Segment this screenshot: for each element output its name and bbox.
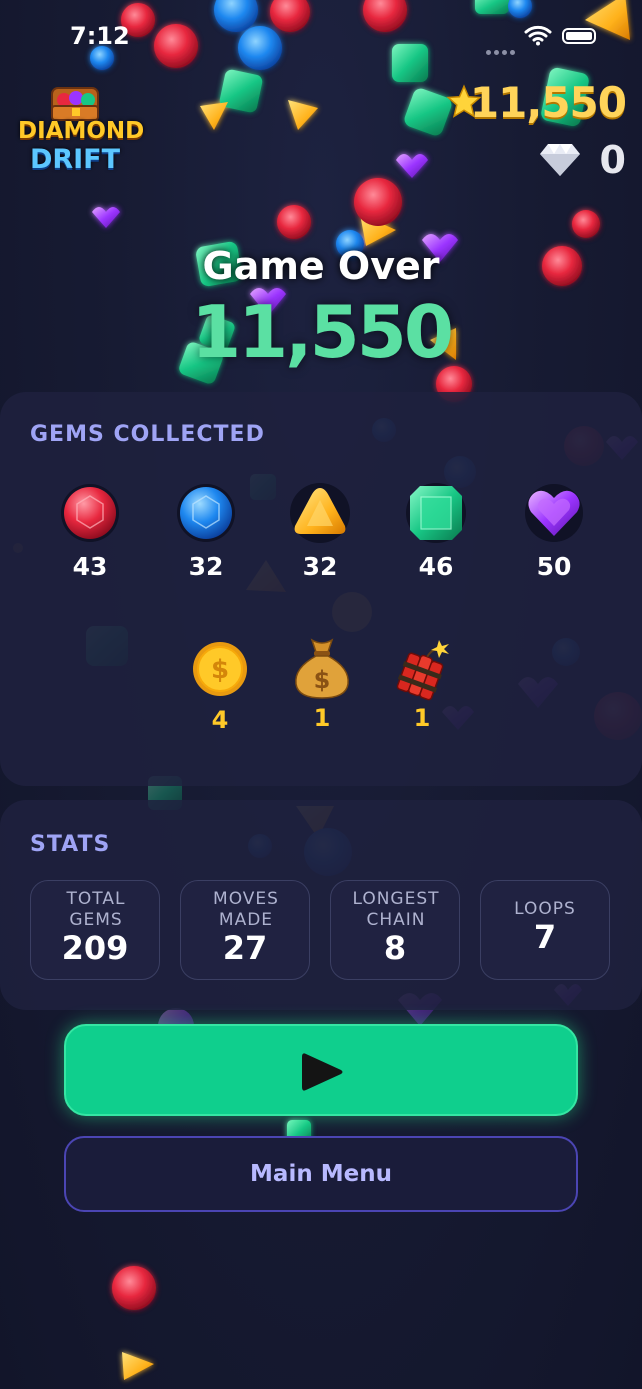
hud-score: 11,550 [469,78,627,127]
stat-value: 7 [533,918,557,956]
logo-title-line1: DIAMOND [18,118,145,144]
gem-count: 32 [188,552,224,581]
stat-total-gems: TOTAL GEMS 209 [30,880,160,980]
gem-emerald: 46 [386,482,486,581]
purple-heart-gem-icon [525,484,583,542]
stat-value: 209 [61,929,129,967]
stat-value: 8 [383,929,407,967]
gem-count: 43 [72,552,108,581]
gem-topaz: 32 [270,482,370,581]
item-count: 4 [211,706,229,734]
item-dynamite: 1 [372,638,472,732]
hud-diamonds: 0 [599,138,626,182]
final-score: 11,550 [191,290,454,374]
stat-loops: LOOPS 7 [480,880,610,980]
game-over-title: Game Over [202,244,440,288]
wifi-icon [524,25,552,46]
gem-count: 50 [536,552,572,581]
main-menu-button[interactable]: Main Menu [64,1136,578,1212]
stat-value: 27 [222,929,268,967]
yellow-triangle-gem-icon [290,483,350,543]
gems-collected-panel: GEMS COLLECTED 43 32 32 46 50 $ 4 $ 1 1 [0,392,642,786]
gem-count: 46 [418,552,454,581]
logo-title-line2: DRIFT [29,144,121,175]
stat-moves-made: MOVES MADE 27 [180,880,310,980]
blue-gem-icon [177,484,235,542]
red-gem-icon [61,484,119,542]
stat-label: LONGEST CHAIN [352,889,440,930]
gems-collected-title: GEMS COLLECTED [30,422,265,447]
gem-sapphire: 32 [156,482,256,581]
battery-icon [562,28,596,44]
stat-longest-chain: LONGEST CHAIN 8 [330,880,460,980]
item-money-bag: $ 1 [272,636,372,732]
gem-amethyst: 50 [504,482,604,581]
main-menu-label: Main Menu [250,1161,392,1187]
diamond-icon [540,144,580,176]
item-count: 1 [413,704,431,732]
item-count: 1 [313,704,331,732]
money-bag-icon: $ [295,638,349,699]
gem-ruby: 43 [40,482,140,581]
stat-label: MOVES MADE [213,889,279,930]
item-coin: $ 4 [170,640,270,734]
play-again-button[interactable] [64,1024,578,1116]
signal-icon [486,40,526,55]
gold-coin-icon: $ [193,642,247,696]
status-time: 7:12 [70,22,130,50]
game-logo: DIAMOND DRIFT [18,78,145,186]
green-gem-icon [406,483,466,543]
gem-count: 32 [302,552,338,581]
stat-label: LOOPS [514,899,576,919]
play-icon [302,1053,343,1091]
stat-label: TOTAL GEMS [66,889,126,930]
dynamite-icon [396,640,449,701]
svg-text:$: $ [314,666,331,694]
svg-text:$: $ [211,655,229,685]
stats-title: STATS [30,832,111,857]
